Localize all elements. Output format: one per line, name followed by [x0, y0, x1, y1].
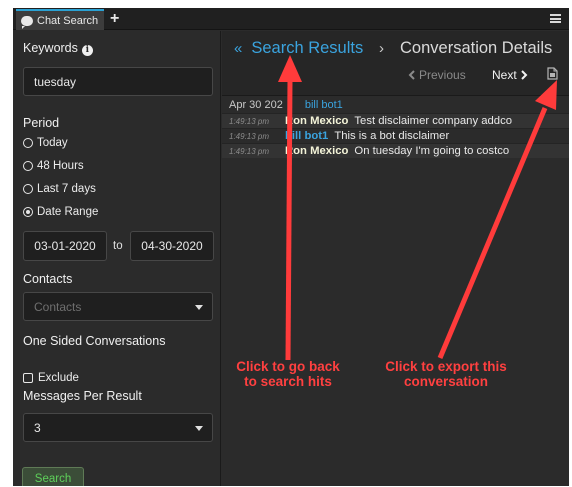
radio-icon: [23, 161, 33, 171]
message-row: 1:49:13 pm bill bot1 This is a bot discl…: [222, 128, 569, 143]
search-button[interactable]: Search: [22, 467, 84, 486]
export-file-icon[interactable]: [547, 67, 558, 80]
search-results-back-link[interactable]: « Search Results: [234, 39, 363, 58]
period-option-date-range[interactable]: Date Range: [23, 206, 98, 218]
message-sender: bill bot1: [285, 130, 329, 142]
conversation-header: « Search Results › Conversation Details …: [222, 31, 569, 96]
chevron-right-icon: [520, 70, 528, 80]
chat-bubble-icon: [21, 15, 33, 29]
next-button[interactable]: Next: [492, 68, 528, 82]
contacts-label: Contacts: [23, 272, 73, 286]
radio-selected-icon: [23, 207, 33, 217]
message-text: This is a bot disclaimer: [334, 130, 450, 142]
date-to-input[interactable]: 04-30-2020: [130, 231, 214, 261]
previous-button[interactable]: Previous: [408, 68, 466, 82]
conversation-results: Apr 30 202 bill bot1 1:49:13 pm Ron Mexi…: [222, 97, 569, 158]
checkbox-icon: [23, 373, 33, 383]
period-label: Period: [23, 116, 60, 130]
double-chevron-left-icon: «: [234, 39, 243, 57]
conversation-panel: « Search Results › Conversation Details …: [222, 31, 569, 486]
radio-icon: [23, 184, 33, 194]
message-row: 1:49:13 pm Ron Mexico On tuesday I'm goi…: [222, 143, 569, 158]
keywords-input[interactable]: tuesday: [23, 67, 213, 96]
hamburger-menu-icon[interactable]: [550, 14, 561, 23]
message-text: Test disclaimer company addco: [354, 115, 513, 127]
chevron-down-icon: [195, 304, 203, 310]
chevron-down-icon: [195, 425, 203, 431]
one-sided-conversations-label: One Sided Conversations: [23, 334, 166, 348]
period-option-48-hours[interactable]: 48 Hours: [23, 160, 84, 172]
page-title: Conversation Details: [400, 39, 553, 57]
tab-label: Chat Search: [37, 14, 99, 27]
back-annotation-text: Click to go back to search hits: [236, 359, 340, 389]
radio-icon: [23, 138, 33, 148]
conversation-group-header: Apr 30 202 bill bot1: [222, 97, 569, 113]
message-time: 1:49:13 pm: [229, 116, 270, 126]
period-option-today[interactable]: Today: [23, 137, 68, 149]
export-annotation-text: Click to export this conversation: [385, 359, 507, 389]
date-range-to-label: to: [113, 240, 123, 252]
exclude-checkbox[interactable]: Exclude: [23, 372, 79, 384]
contacts-select[interactable]: Contacts: [23, 292, 213, 321]
tab-chat-search[interactable]: Chat Search: [16, 9, 104, 30]
message-time: 1:49:13 pm: [229, 131, 270, 141]
conversation-date: Apr 30 202: [229, 99, 283, 111]
breadcrumb-separator: ›: [379, 40, 384, 57]
date-from-input[interactable]: 03-01-2020: [23, 231, 107, 261]
message-sender: Ron Mexico: [285, 145, 349, 157]
messages-per-result-select[interactable]: 3: [23, 413, 213, 442]
top-bar: Chat Search +: [13, 8, 569, 30]
chevron-left-icon: [408, 70, 415, 80]
keywords-label: Keywords i: [23, 41, 93, 56]
add-tab-button[interactable]: +: [110, 9, 119, 29]
messages-per-result-label: Messages Per Result: [23, 389, 142, 403]
message-sender: Ron Mexico: [285, 115, 349, 127]
search-sidebar: Keywords i tuesday Period Today 48 Hours …: [13, 31, 221, 486]
period-option-last-7-days[interactable]: Last 7 days: [23, 183, 96, 195]
app-window: Chat Search + Keywords i tuesday Period T…: [13, 8, 569, 486]
message-text: On tuesday I'm going to costco: [354, 145, 510, 157]
info-icon[interactable]: i: [81, 45, 93, 56]
message-row: 1:49:13 pm Ron Mexico Test disclaimer co…: [222, 113, 569, 128]
conversation-participant[interactable]: bill bot1: [305, 99, 343, 111]
message-time: 1:49:13 pm: [229, 146, 270, 156]
